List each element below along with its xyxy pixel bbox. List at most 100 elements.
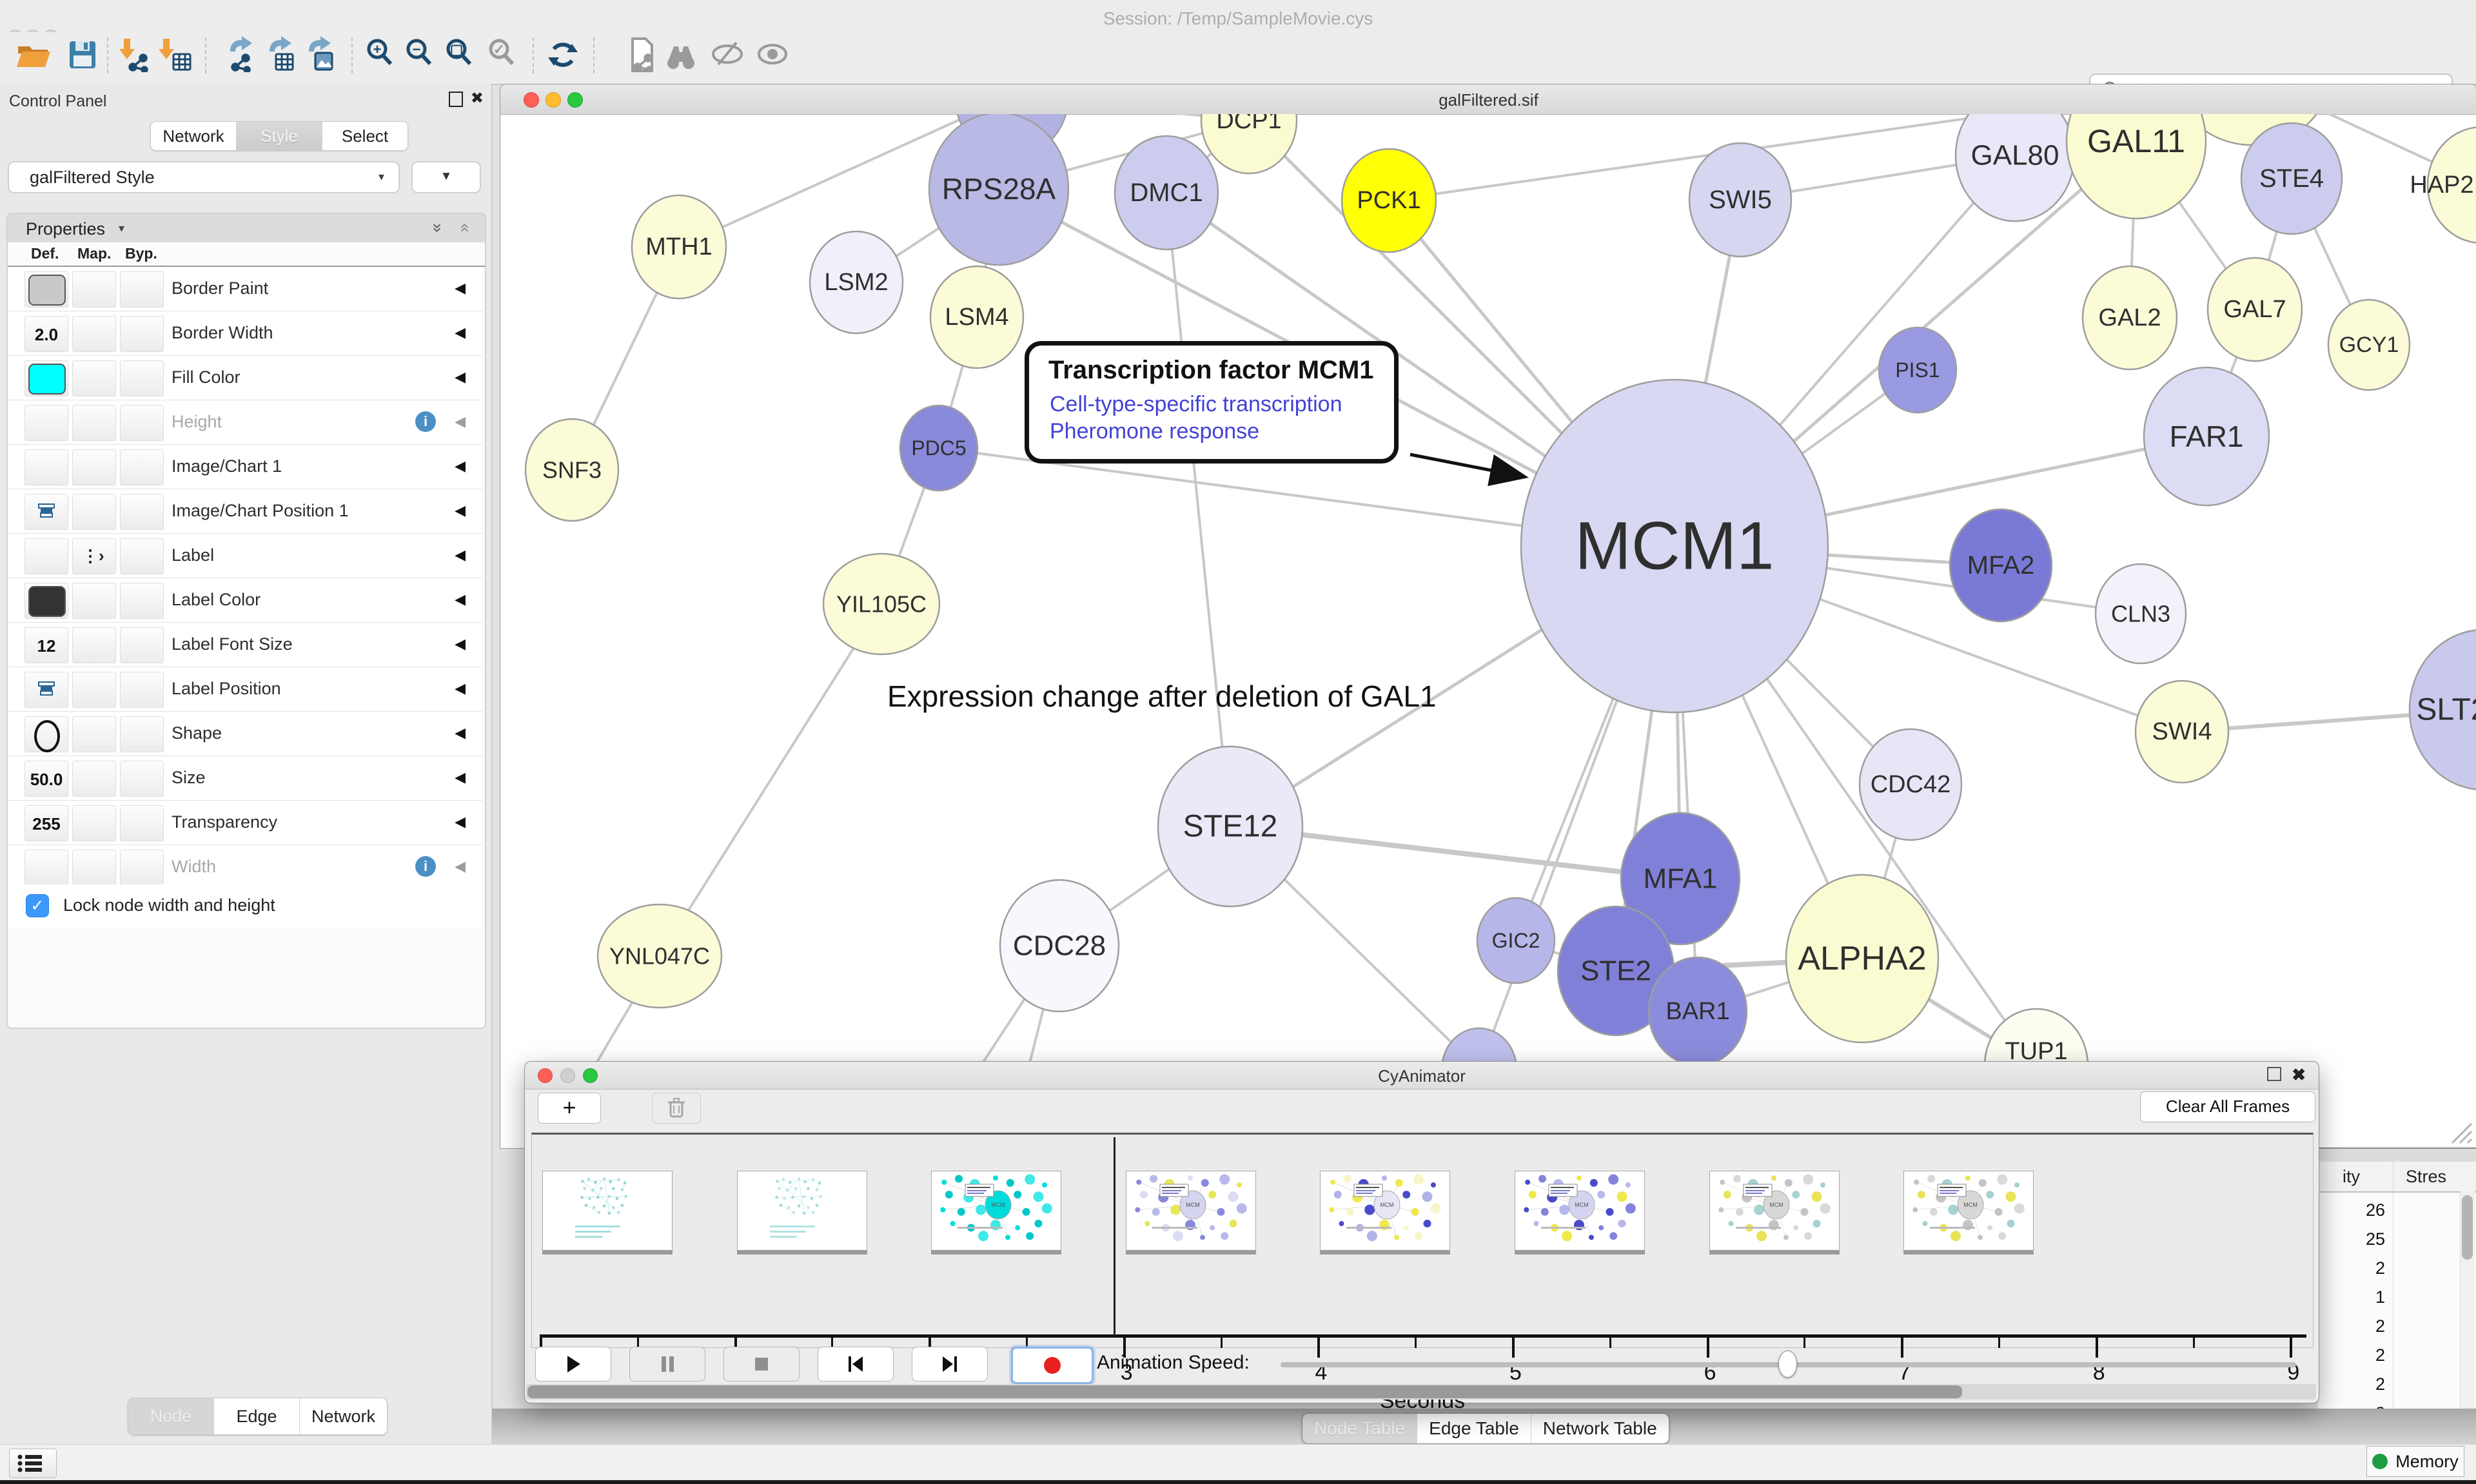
zoom-selected-button[interactable]: ✓ (485, 36, 522, 73)
network-node-rps28a[interactable]: RPS28A (929, 114, 1068, 265)
delete-frame-button[interactable] (652, 1093, 701, 1124)
network-node-mth1[interactable]: MTH1 (632, 195, 726, 298)
property-row-image-chart-position-1[interactable]: Image/Chart Position 1◀ (8, 489, 482, 534)
frame-thumbnail-0s[interactable] (542, 1171, 673, 1255)
byp-cell[interactable] (120, 538, 164, 574)
table-tab-edge-table[interactable]: Edge Table (1417, 1414, 1531, 1443)
byp-cell[interactable] (120, 583, 164, 619)
table-scrollbar-thumb[interactable] (2462, 1195, 2473, 1260)
expand-row-icon[interactable]: ◀ (455, 324, 466, 341)
table-cell-value[interactable]: 2 (2321, 1345, 2385, 1365)
network-node-pdc5[interactable]: PDC5 (900, 405, 978, 491)
byp-cell[interactable] (120, 850, 164, 886)
expand-row-icon[interactable]: ◀ (455, 547, 466, 563)
expand-row-icon[interactable]: ◀ (455, 502, 466, 519)
discrete-mapping-icon[interactable]: ⋮› (82, 546, 104, 566)
property-row-border-paint[interactable]: Border Paint◀ (8, 267, 482, 311)
map-cell[interactable] (72, 716, 116, 752)
network-node-gic2[interactable]: GIC2 (1477, 898, 1555, 983)
float-cyanimator-icon[interactable] (2267, 1067, 2281, 1081)
task-history-button[interactable] (9, 1449, 57, 1478)
def-cell[interactable] (25, 360, 68, 396)
add-frame-button[interactable]: + (538, 1093, 601, 1124)
open-session-button[interactable] (15, 36, 53, 73)
export-network-button[interactable] (221, 36, 259, 73)
frame-thumbnail-7s[interactable]: MCM (1903, 1171, 2034, 1255)
def-cell[interactable]: 255 (25, 805, 68, 841)
map-cell[interactable] (72, 271, 116, 308)
network-edge[interactable] (660, 604, 881, 956)
zoom-fit-button[interactable]: ▢ (442, 36, 480, 73)
byp-cell[interactable] (120, 805, 164, 841)
property-row-label-position[interactable]: Label Position◀ (8, 667, 482, 712)
network-node-pck1[interactable]: PCK1 (1342, 149, 1436, 252)
property-row-fill-color[interactable]: Fill Color◀ (8, 356, 482, 400)
table-cell-value[interactable]: 25 (2321, 1229, 2385, 1249)
map-cell[interactable] (72, 761, 116, 797)
position-icon[interactable] (38, 681, 55, 699)
byp-cell[interactable] (120, 405, 164, 441)
import-table-button[interactable] (158, 36, 195, 73)
network-node-ynl047c[interactable]: YNL047C (598, 904, 722, 1008)
zoom-in-button[interactable]: + (363, 36, 400, 73)
network-node-mcm1[interactable]: MCM1 (1521, 380, 1828, 712)
pause-button[interactable] (629, 1347, 705, 1381)
network-edge[interactable] (1166, 193, 1230, 826)
float-panel-icon[interactable] (449, 92, 463, 107)
cyanimator-titlebar[interactable]: CyAnimator ✖ (525, 1062, 2319, 1089)
timeline-scrollbar[interactable] (526, 1384, 2316, 1400)
import-network-button[interactable] (119, 36, 156, 73)
tab-select[interactable]: Select (322, 122, 408, 150)
byp-cell[interactable] (120, 761, 164, 797)
def-cell[interactable] (25, 271, 68, 308)
default-value[interactable]: 12 (25, 636, 68, 656)
save-session-button[interactable] (64, 36, 102, 73)
expand-row-icon[interactable]: ◀ (455, 858, 466, 875)
map-cell[interactable] (72, 405, 116, 441)
def-cell[interactable] (25, 716, 68, 752)
network-node-gcy1[interactable]: GCY1 (2328, 300, 2410, 390)
default-swatch[interactable] (28, 275, 66, 306)
network-node-lsm4[interactable]: LSM4 (930, 266, 1023, 368)
property-row-label[interactable]: ⋮›Label◀ (8, 534, 482, 578)
frame-thumbnail-1s[interactable] (737, 1171, 867, 1255)
def-cell[interactable] (25, 583, 68, 619)
frame-thumbnail-5s[interactable]: MCM (1515, 1171, 1645, 1255)
table-cell-value[interactable]: 1 (2321, 1287, 2385, 1307)
network-node-ste12[interactable]: STE12 (1158, 747, 1302, 906)
tab-network[interactable]: Network (151, 122, 237, 150)
resize-grip[interactable] (2446, 1117, 2473, 1144)
hide-selected-button[interactable] (709, 36, 747, 73)
network-window-titlebar[interactable]: galFiltered.sif (500, 84, 2476, 115)
network-node-cln3[interactable]: CLN3 (2096, 564, 2186, 663)
style-tab-network[interactable]: Network (300, 1398, 387, 1434)
expand-row-icon[interactable]: ◀ (455, 413, 466, 430)
property-row-image-chart-1[interactable]: Image/Chart 1◀ (8, 445, 482, 489)
property-row-size[interactable]: 50.0Size◀ (8, 756, 482, 801)
network-node-swi4[interactable]: SWI4 (2136, 681, 2228, 783)
frame-thumbnail-4s[interactable]: MCM (1320, 1171, 1450, 1255)
default-value[interactable]: 255 (25, 814, 68, 834)
network-node-dmc1[interactable]: DMC1 (1115, 136, 1218, 249)
property-row-transparency[interactable]: 255Transparency◀ (8, 801, 482, 845)
network-node-snf3[interactable]: SNF3 (526, 419, 618, 521)
table-tab-node-table[interactable]: Node Table (1302, 1414, 1417, 1443)
memory-button[interactable]: Memory (2366, 1446, 2464, 1477)
table-cell-value[interactable]: 2 (2321, 1374, 2385, 1394)
network-node-slt2[interactable]: SLT2 (2410, 630, 2476, 790)
expand-row-icon[interactable]: ◀ (455, 280, 466, 297)
network-node-lsm2[interactable]: LSM2 (810, 231, 903, 333)
expand-row-icon[interactable]: ◀ (455, 725, 466, 741)
expand-row-icon[interactable]: ◀ (455, 636, 466, 652)
network-node-gal80[interactable]: GAL80 (1956, 114, 2074, 221)
def-cell[interactable]: 50.0 (25, 761, 68, 797)
expand-row-icon[interactable]: ◀ (455, 680, 466, 697)
network-node-dcp1[interactable]: DCP1 (1201, 114, 1297, 173)
table-cell-value[interactable]: 26 (2321, 1200, 2385, 1220)
collapse-all-icon[interactable]: » (427, 223, 447, 232)
style-selector[interactable]: galFiltered Style ▾ (8, 161, 400, 193)
byp-cell[interactable] (120, 627, 164, 663)
network-node-mfa2[interactable]: MFA2 (1950, 509, 2052, 621)
find-button[interactable] (663, 36, 700, 73)
property-row-shape[interactable]: Shape◀ (8, 712, 482, 756)
